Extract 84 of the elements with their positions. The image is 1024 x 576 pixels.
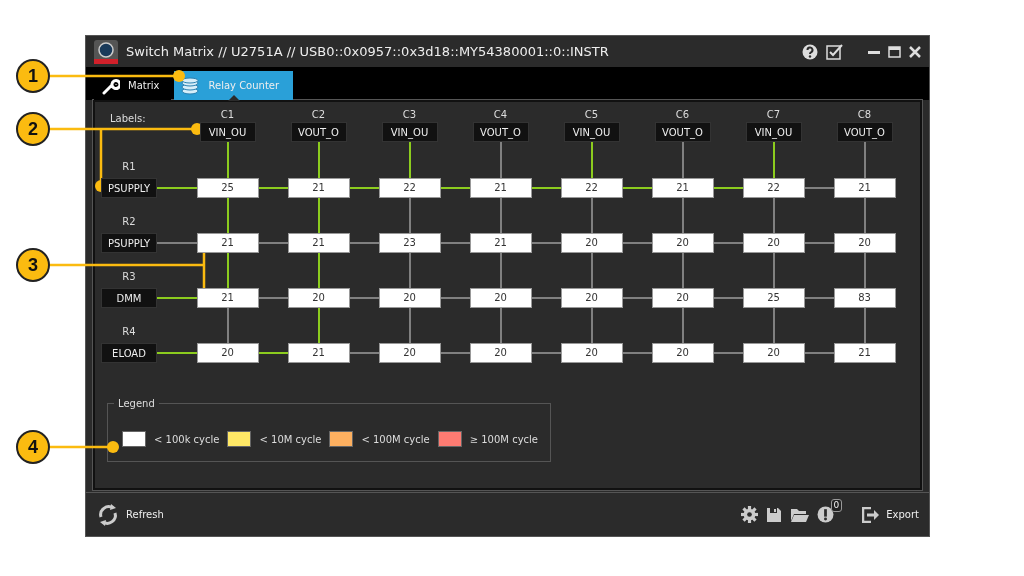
column-label-field[interactable]: VOUT_O	[836, 122, 893, 142]
relay-count-cell: 20	[469, 342, 532, 363]
relay-count-cell: 20	[742, 232, 805, 253]
column-label-field[interactable]: VIN_OU	[199, 122, 256, 142]
relay-count-cell: 20	[651, 342, 714, 363]
relay-count-cell: 20	[651, 232, 714, 253]
export-icon	[862, 506, 881, 523]
column-name: C7	[766, 108, 781, 122]
relay-count-cell: 22	[378, 177, 441, 198]
alert-count-badge: 0	[830, 499, 843, 512]
relay-count-cell: 25	[196, 177, 259, 198]
relay-count-cell: 21	[469, 232, 532, 253]
column-name: C4	[493, 108, 508, 122]
legend-label: ≥ 100M cycle	[469, 433, 538, 445]
window-title: Switch Matrix // U2751A // USB0::0x0957::0x3d18::MY54380001::0::INSTR	[126, 44, 610, 59]
relay-count-cell: 83	[833, 287, 896, 308]
column-name: C3	[402, 108, 417, 122]
relay-count-cell: 21	[196, 232, 259, 253]
relay-count-cell: 21	[651, 177, 714, 198]
relay-count-cell: 21	[196, 287, 259, 308]
column-label-field[interactable]: VOUT_O	[290, 122, 347, 142]
legend-label: < 100k cycle	[154, 433, 220, 445]
row-label-field[interactable]: PSUPPLY	[101, 233, 157, 253]
relay-count-cell: 25	[742, 287, 805, 308]
save-icon[interactable]	[766, 506, 783, 523]
column-label-field[interactable]: VIN_OU	[381, 122, 438, 142]
labels-caption: Labels:	[110, 113, 146, 124]
relay-count-cell: 20	[378, 287, 441, 308]
export-button[interactable]: Export	[860, 504, 921, 525]
legend-label: < 10M cycle	[259, 433, 322, 445]
relay-count-cell: 20	[378, 342, 441, 363]
relay-count-cell: 20	[560, 232, 623, 253]
relay-count-cell: 21	[287, 177, 350, 198]
relay-count-cell: 21	[469, 177, 532, 198]
stack-icon	[180, 76, 201, 95]
column-name: C1	[220, 108, 235, 122]
column-name: C5	[584, 108, 599, 122]
relay-count-cell: 20	[560, 287, 623, 308]
relay-count-cell: 21	[833, 342, 896, 363]
relay-count-cell: 21	[287, 232, 350, 253]
wrench-icon	[102, 76, 120, 95]
row-name: R1	[122, 160, 136, 174]
column-name: C2	[311, 108, 326, 122]
row-label-field[interactable]: ELOAD	[101, 343, 157, 363]
alert-icon[interactable]	[817, 506, 835, 523]
settings-icon[interactable]	[741, 506, 759, 523]
column-label-field[interactable]: VIN_OU	[745, 122, 802, 142]
callout-badge: 4	[16, 430, 50, 464]
relay-count-cell: 20	[196, 342, 259, 363]
row-label-field[interactable]: DMM	[101, 288, 157, 308]
row-name: R4	[122, 325, 136, 339]
relay-count-cell: 20	[469, 287, 532, 308]
help-icon[interactable]	[802, 43, 818, 60]
refresh-icon	[96, 502, 120, 527]
row-name: R2	[122, 215, 136, 229]
relay-count-cell: 20	[742, 342, 805, 363]
row-name: R3	[122, 270, 136, 284]
relay-count-cell: 20	[560, 342, 623, 363]
column-name: C8	[857, 108, 872, 122]
relay-count-cell: 20	[651, 287, 714, 308]
relay-count-cell: 21	[287, 342, 350, 363]
maximize-icon[interactable]	[888, 45, 901, 58]
relay-count-cell: 20	[287, 287, 350, 308]
callout-badge: 2	[16, 112, 50, 146]
folder-icon[interactable]	[790, 507, 810, 522]
legend-title: Legend	[117, 398, 156, 409]
refresh-button[interactable]: Refresh	[94, 500, 166, 529]
column-label-field[interactable]: VOUT_O	[654, 122, 711, 142]
legend-label: < 100M cycle	[361, 433, 430, 445]
column-name: C6	[675, 108, 690, 122]
callout-badge: 3	[16, 248, 50, 282]
relay-count-cell: 21	[833, 177, 896, 198]
relay-count-cell: 22	[560, 177, 623, 198]
column-label-field[interactable]: VIN_OU	[563, 122, 620, 142]
relay-count-cell: 20	[833, 232, 896, 253]
relay-count-cell: 22	[742, 177, 805, 198]
relay-count-cell: 23	[378, 232, 441, 253]
row-label-field[interactable]: PSUPPLY	[101, 178, 157, 198]
close-icon[interactable]	[909, 45, 921, 58]
leader-line	[50, 441, 119, 453]
column-label-field[interactable]: VOUT_O	[472, 122, 529, 142]
callout-badge: 1	[16, 59, 50, 93]
checkbox-icon[interactable]	[826, 43, 844, 60]
app-logo-icon	[94, 39, 118, 64]
